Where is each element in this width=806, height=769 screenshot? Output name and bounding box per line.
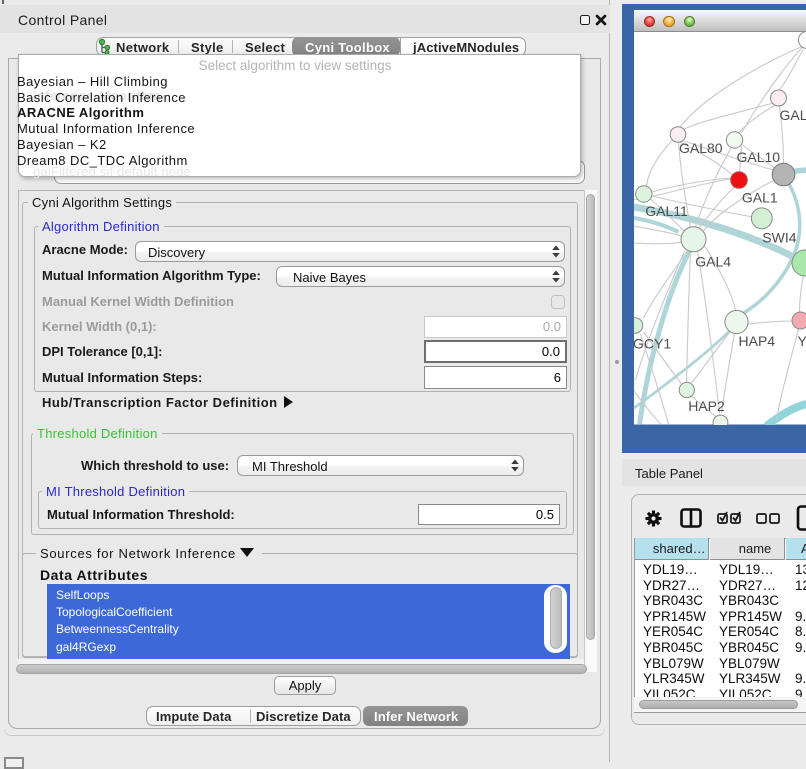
svg-text:GCY1: GCY1 xyxy=(634,336,671,352)
svg-text:HAP2: HAP2 xyxy=(688,398,725,414)
svg-text:GAL7: GAL7 xyxy=(779,107,806,123)
svg-text:GAL4: GAL4 xyxy=(695,254,731,270)
svg-text:SWI4: SWI4 xyxy=(762,230,796,246)
svg-text:GAL10: GAL10 xyxy=(736,149,780,165)
svg-text:Y: Y xyxy=(797,333,806,349)
svg-text:GAL80: GAL80 xyxy=(679,140,723,156)
svg-text:GAL1: GAL1 xyxy=(741,190,777,206)
svg-text:GAL11: GAL11 xyxy=(645,203,688,219)
svg-text:HAP4: HAP4 xyxy=(738,333,775,349)
